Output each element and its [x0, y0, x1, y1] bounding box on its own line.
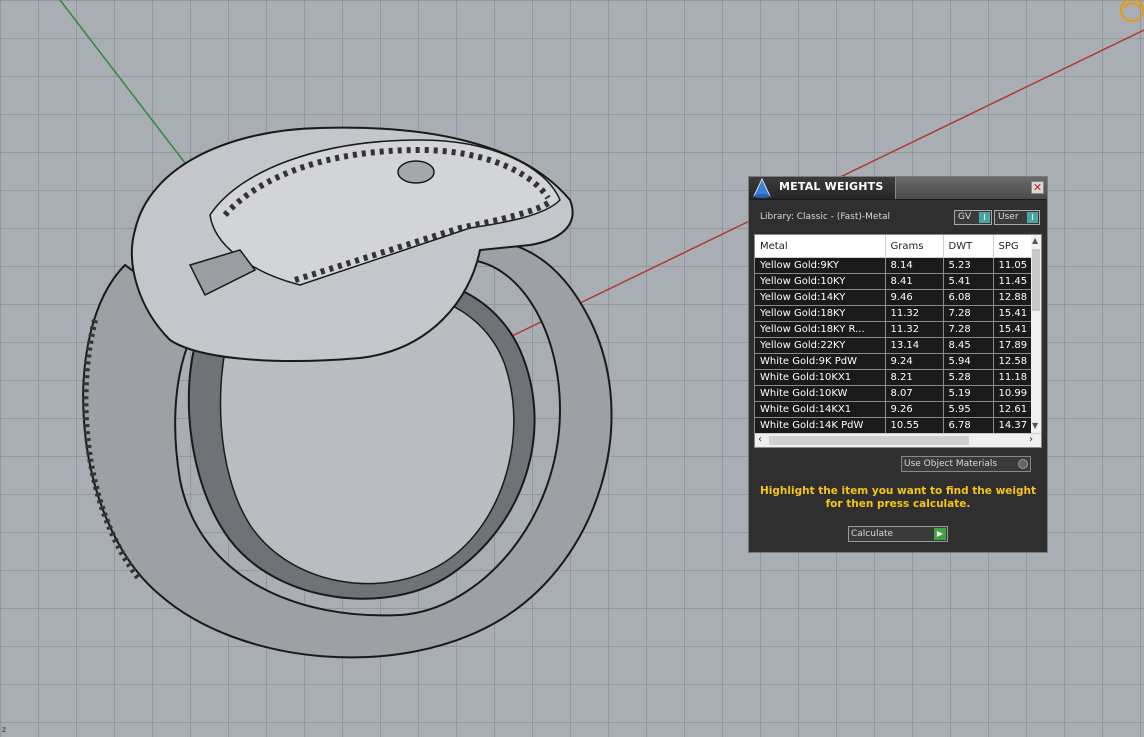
cell-grams: 9.24	[885, 353, 944, 370]
vertical-scroll-thumb[interactable]	[1032, 249, 1040, 311]
cell-grams: 11.32	[885, 321, 944, 338]
horizontal-scroll-thumb[interactable]	[769, 436, 969, 445]
cell-metal: White Gold:10KX1	[755, 369, 886, 386]
cell-dwt: 7.28	[943, 321, 994, 338]
column-header-dwt[interactable]: DWT	[943, 235, 994, 258]
calculate-button[interactable]: Calculate ▶	[848, 526, 948, 542]
cell-spg: 12.58	[993, 353, 1032, 370]
cell-spg: 17.89	[993, 337, 1032, 354]
cell-dwt: 5.95	[943, 401, 994, 418]
instruction-text: Highlight the item you want to find the …	[757, 485, 1039, 511]
cell-grams: 8.14	[885, 257, 944, 274]
panel-title-tab: METAL WEIGHTS	[749, 177, 896, 199]
cell-spg: 10.99	[993, 385, 1032, 402]
cell-dwt: 8.45	[943, 337, 994, 354]
use-object-materials-dropdown[interactable]: Use Object Materials	[901, 456, 1031, 472]
cell-grams: 11.32	[885, 305, 944, 322]
cell-dwt: 5.19	[943, 385, 994, 402]
metal-weights-panel: METAL WEIGHTS ✕ Library: Classic - (Fast…	[748, 176, 1048, 553]
cell-grams: 9.26	[885, 401, 944, 418]
table-row[interactable]: Yellow Gold:14KY 9.46 6.08 12.88	[755, 289, 1032, 306]
cell-metal: White Gold:14KX1	[755, 401, 886, 418]
user-toggle[interactable]: User I	[994, 210, 1040, 225]
cone-app-icon	[751, 177, 773, 199]
cell-dwt: 6.78	[943, 417, 994, 434]
cell-spg: 12.88	[993, 289, 1032, 306]
toggle-knob-icon: I	[1027, 212, 1038, 223]
table-row[interactable]: Yellow Gold:9KY 8.14 5.23 11.05	[755, 257, 1032, 274]
table-row[interactable]: Yellow Gold:18KY 11.32 7.28 15.41	[755, 305, 1032, 322]
table-row[interactable]: White Gold:9K PdW 9.24 5.94 12.58	[755, 353, 1032, 370]
cell-grams: 10.55	[885, 417, 944, 434]
table-row[interactable]: White Gold:14K PdW 10.55 6.78 14.37	[755, 417, 1032, 434]
cell-metal: White Gold:14K PdW	[755, 417, 886, 434]
panel-title: METAL WEIGHTS	[779, 180, 884, 193]
cell-spg: 11.18	[993, 369, 1032, 386]
column-header-grams[interactable]: Grams	[885, 235, 944, 258]
panel-titlebar[interactable]: METAL WEIGHTS ✕	[749, 177, 1047, 200]
axis-label: z	[2, 725, 7, 734]
cell-metal: Yellow Gold:22KY	[755, 337, 886, 354]
metal-table[interactable]: Metal Grams DWT SPG Yellow Gold:9KY 8.14 5…	[754, 234, 1042, 448]
table-row[interactable]: White Gold:14KX1 9.26 5.95 12.61	[755, 401, 1032, 418]
cell-dwt: 5.23	[943, 257, 994, 274]
cell-metal: White Gold:9K PdW	[755, 353, 886, 370]
table-row[interactable]: Yellow Gold:18KY R... 11.32 7.28 15.41	[755, 321, 1032, 338]
instruction-line-1: Highlight the item you want to find the …	[760, 485, 1036, 497]
cell-dwt: 5.41	[943, 273, 994, 290]
table-row[interactable]: White Gold:10KW 8.07 5.19 10.99	[755, 385, 1032, 402]
cell-grams: 9.46	[885, 289, 944, 306]
toggle-knob-icon: I	[979, 212, 990, 223]
table-header-row: Metal Grams DWT SPG	[755, 235, 1032, 258]
user-toggle-label: User	[998, 212, 1019, 222]
gumball-widget-icon[interactable]	[1110, 0, 1144, 32]
cell-dwt: 6.08	[943, 289, 994, 306]
calculate-label: Calculate	[851, 529, 894, 539]
library-label: Library: Classic - (Fast)-Metal	[760, 212, 891, 222]
cell-spg: 11.05	[993, 257, 1032, 274]
cell-dwt: 7.28	[943, 305, 994, 322]
cell-metal: Yellow Gold:10KY	[755, 273, 886, 290]
table-row[interactable]: Yellow Gold:22KY 13.14 8.45 17.89	[755, 337, 1032, 354]
dropdown-label: Use Object Materials	[904, 459, 998, 469]
gv-toggle[interactable]: GV I	[954, 210, 992, 225]
metal-table-grid: Metal Grams DWT SPG Yellow Gold:9KY 8.14 5…	[755, 235, 1032, 434]
cell-grams: 13.14	[885, 337, 944, 354]
cell-dwt: 5.94	[943, 353, 994, 370]
table-row[interactable]: Yellow Gold:10KY 8.41 5.41 11.45	[755, 273, 1032, 290]
cell-metal: Yellow Gold:9KY	[755, 257, 886, 274]
column-header-spg[interactable]: SPG	[993, 235, 1032, 258]
play-arrow-icon: ▶	[934, 528, 946, 540]
cell-spg: 12.61	[993, 401, 1032, 418]
cell-grams: 8.21	[885, 369, 944, 386]
cell-metal: White Gold:10KW	[755, 385, 886, 402]
cell-grams: 8.07	[885, 385, 944, 402]
cell-dwt: 5.28	[943, 369, 994, 386]
gv-toggle-label: GV	[958, 212, 972, 222]
scroll-up-icon[interactable]: ▲	[1032, 236, 1038, 245]
cell-grams: 8.41	[885, 273, 944, 290]
cell-spg: 15.41	[993, 321, 1032, 338]
close-button[interactable]: ✕	[1031, 181, 1044, 194]
instruction-line-2: for then press calculate.	[825, 498, 971, 510]
cell-spg: 14.37	[993, 417, 1032, 434]
scroll-left-icon[interactable]: ‹	[758, 434, 762, 445]
cell-metal: Yellow Gold:14KY	[755, 289, 886, 306]
ring-model[interactable]	[82, 126, 613, 659]
cell-spg: 11.45	[993, 273, 1032, 290]
cell-metal: Yellow Gold:18KY	[755, 305, 886, 322]
scroll-down-icon[interactable]: ▼	[1032, 421, 1038, 430]
cell-spg: 15.41	[993, 305, 1032, 322]
cell-metal: Yellow Gold:18KY R...	[755, 321, 886, 338]
vertical-scrollbar[interactable]: ▲ ▼	[1031, 235, 1041, 433]
column-header-metal[interactable]: Metal	[755, 235, 886, 258]
dropdown-circle-icon	[1018, 459, 1028, 469]
scroll-right-icon[interactable]: ›	[1029, 434, 1033, 445]
horizontal-scrollbar[interactable]: ‹ ›	[755, 433, 1041, 447]
table-row[interactable]: White Gold:10KX1 8.21 5.28 11.18	[755, 369, 1032, 386]
